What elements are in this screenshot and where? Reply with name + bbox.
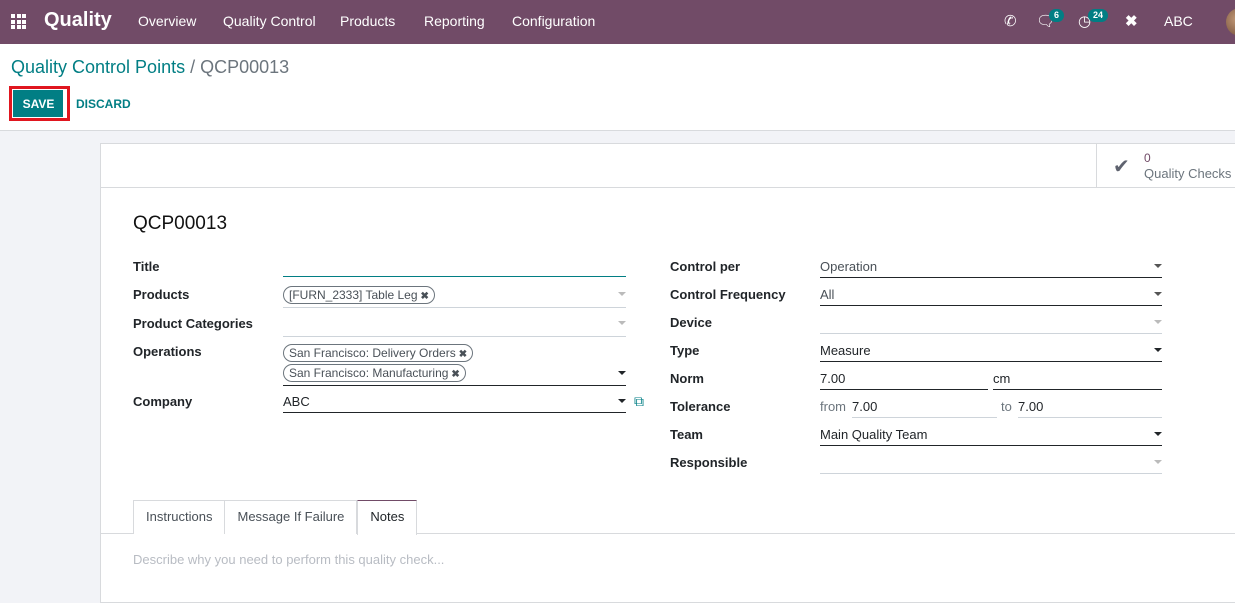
products-label: Products bbox=[133, 287, 190, 302]
breadcrumb-separator: / bbox=[190, 57, 196, 77]
tab-message-if-failure[interactable]: Message If Failure bbox=[225, 500, 358, 534]
record-title: QCP00013 bbox=[133, 213, 228, 234]
responsible-label: Responsible bbox=[670, 455, 748, 470]
products-input[interactable]: [FURN_2333] Table Leg ✖ bbox=[283, 284, 626, 308]
activity-badge: 24 bbox=[1088, 9, 1109, 22]
norm-unit-input[interactable]: cm bbox=[993, 368, 1162, 390]
menu-overview[interactable]: Overview bbox=[138, 13, 196, 29]
control-frequency-select[interactable]: All bbox=[820, 284, 1162, 306]
tolerance-from-label: from bbox=[820, 399, 846, 414]
tools-icon[interactable]: ✖ bbox=[1125, 12, 1138, 30]
dropdown-caret-icon[interactable] bbox=[618, 292, 626, 296]
notes-editor[interactable]: Describe why you need to perform this qu… bbox=[133, 552, 444, 567]
form-sheet: ✔ 0 Quality Checks QCP00013 Title Produc… bbox=[100, 143, 1235, 603]
dropdown-caret-icon[interactable] bbox=[1154, 292, 1162, 296]
quality-checks-button[interactable]: ✔ 0 Quality Checks bbox=[1096, 144, 1235, 188]
button-box: ✔ 0 Quality Checks bbox=[101, 144, 1235, 188]
team-label: Team bbox=[670, 427, 703, 442]
tolerance-to-input[interactable]: 7.00 bbox=[1018, 396, 1162, 418]
device-label: Device bbox=[670, 315, 712, 330]
responsible-input[interactable] bbox=[820, 452, 1162, 474]
tolerance-label: Tolerance bbox=[670, 399, 731, 414]
device-input[interactable] bbox=[820, 312, 1162, 334]
external-link-icon[interactable]: ⧉ bbox=[634, 393, 644, 410]
dropdown-caret-icon[interactable] bbox=[1154, 348, 1162, 352]
team-select[interactable]: Main Quality Team bbox=[820, 424, 1162, 446]
company-input[interactable]: ABC bbox=[283, 391, 626, 413]
operations-input[interactable]: San Francisco: Delivery Orders ✖ San Fran… bbox=[283, 342, 626, 386]
apps-menu-icon[interactable] bbox=[11, 14, 28, 29]
tab-instructions[interactable]: Instructions bbox=[133, 500, 226, 534]
quality-checks-count: 0 bbox=[1144, 151, 1151, 165]
menu-products[interactable]: Products bbox=[340, 13, 395, 29]
tolerance-to-label: to bbox=[1001, 399, 1012, 414]
company-label: Company bbox=[133, 394, 193, 409]
operation-tag: San Francisco: Delivery Orders ✖ bbox=[283, 344, 474, 362]
company-switcher[interactable]: ABC bbox=[1164, 13, 1193, 29]
control-per-select[interactable]: Operation bbox=[820, 256, 1162, 278]
menu-quality-control[interactable]: Quality Control bbox=[223, 13, 316, 29]
title-label: Title bbox=[133, 259, 160, 274]
type-select[interactable]: Measure bbox=[820, 340, 1162, 362]
dropdown-caret-icon[interactable] bbox=[618, 321, 626, 325]
phone-icon[interactable]: ✆ bbox=[1004, 12, 1017, 30]
operations-label: Operations bbox=[133, 344, 202, 359]
check-icon: ✔ bbox=[1113, 156, 1130, 178]
type-label: Type bbox=[670, 343, 700, 358]
product-categories-label: Product Categories bbox=[133, 316, 253, 331]
dropdown-caret-icon[interactable] bbox=[618, 371, 626, 375]
dropdown-caret-icon[interactable] bbox=[1154, 320, 1162, 324]
remove-tag-icon[interactable]: ✖ bbox=[459, 349, 467, 360]
dropdown-caret-icon[interactable] bbox=[618, 399, 626, 403]
top-navbar: Quality Overview Quality Control Product… bbox=[0, 0, 1235, 44]
product-tag: [FURN_2333] Table Leg ✖ bbox=[283, 286, 435, 304]
dropdown-caret-icon[interactable] bbox=[1154, 460, 1162, 464]
product-categories-input[interactable] bbox=[283, 313, 626, 337]
tolerance-from-input[interactable]: 7.00 bbox=[852, 396, 997, 418]
dropdown-caret-icon[interactable] bbox=[1154, 264, 1162, 268]
control-frequency-label: Control Frequency bbox=[670, 287, 786, 302]
notebook-tabs: Instructions Message If Failure Notes bbox=[133, 500, 418, 535]
control-panel: Quality Control Points / QCP00013 SAVE D… bbox=[0, 44, 1235, 131]
breadcrumb-parent[interactable]: Quality Control Points bbox=[11, 57, 185, 77]
dropdown-caret-icon[interactable] bbox=[1154, 432, 1162, 436]
tab-notes[interactable]: Notes bbox=[357, 500, 418, 535]
norm-label: Norm bbox=[670, 371, 704, 386]
menu-configuration[interactable]: Configuration bbox=[512, 13, 595, 29]
breadcrumb: Quality Control Points / QCP00013 bbox=[11, 57, 289, 78]
save-divider bbox=[63, 90, 65, 117]
norm-input[interactable]: 7.00 bbox=[820, 368, 988, 390]
chat-badge: 6 bbox=[1049, 9, 1065, 22]
control-per-label: Control per bbox=[670, 259, 741, 274]
quality-checks-label: Quality Checks bbox=[1144, 166, 1232, 181]
breadcrumb-current: QCP00013 bbox=[200, 57, 290, 77]
operation-tag: San Francisco: Manufacturing ✖ bbox=[283, 364, 466, 382]
discard-button[interactable]: DISCARD bbox=[76, 97, 131, 111]
remove-tag-icon[interactable]: ✖ bbox=[421, 291, 429, 302]
menu-reporting[interactable]: Reporting bbox=[424, 13, 485, 29]
save-button[interactable]: SAVE bbox=[13, 90, 64, 117]
user-avatar[interactable] bbox=[1226, 8, 1235, 36]
app-brand[interactable]: Quality bbox=[44, 9, 112, 32]
title-input[interactable] bbox=[283, 255, 626, 277]
remove-tag-icon[interactable]: ✖ bbox=[451, 369, 459, 380]
